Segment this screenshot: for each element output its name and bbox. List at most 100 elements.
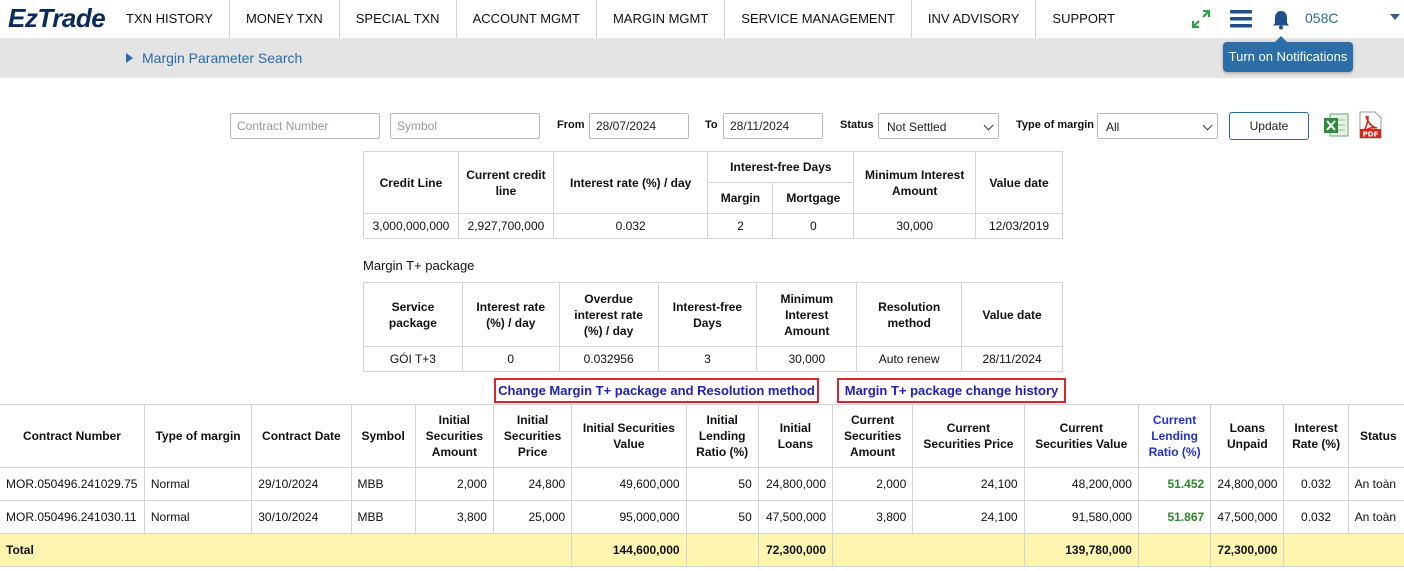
total-label: Total — [0, 533, 573, 567]
cell: 30,000 — [853, 213, 977, 239]
symbol-input[interactable] — [390, 113, 540, 139]
tplus-package-table: Service package Interest rate (%) / day … — [363, 282, 1063, 372]
total-row: Total 144,600,000 72,300,000 139,780,000… — [0, 533, 1404, 567]
cell-contract-number: MOR.050496.241030.11 — [0, 500, 145, 534]
cell: 2,927,700,000 — [457, 213, 554, 239]
hamburger-menu-icon[interactable] — [1230, 9, 1252, 29]
col-initial-loans: Initial Loans — [757, 404, 834, 468]
account-selector[interactable]: 058C — [1305, 10, 1338, 26]
cell: 24,100 — [912, 467, 1025, 501]
col-interest-rate: Interest rate (%) / day — [461, 282, 560, 347]
type-of-margin-select[interactable]: All — [1097, 113, 1218, 139]
total-initial-securities-value: 144,600,000 — [571, 533, 687, 567]
cell: 28/11/2024 — [961, 346, 1063, 372]
nav-money-txn[interactable]: MONEY TXN — [230, 0, 340, 38]
from-date-input[interactable] — [589, 113, 689, 139]
change-tplus-package-link[interactable]: Change Margin T+ package and Resolution … — [494, 378, 819, 403]
cell: 30/10/2024 — [251, 500, 352, 534]
cell: 3,800 — [832, 500, 914, 534]
col-min-interest: Minimum Interest Amount — [853, 151, 977, 214]
cell: 0 — [461, 346, 560, 372]
notification-tooltip[interactable]: Turn on Notifications — [1223, 36, 1353, 72]
cell: 50 — [685, 467, 759, 501]
margin-contracts-table: Contract Number Type of margin Contract … — [0, 404, 1404, 567]
nav-margin-mgmt[interactable]: MARGIN MGMT — [597, 0, 726, 38]
from-label: From — [557, 119, 585, 131]
col-contract-number: Contract Number — [0, 404, 145, 468]
cell: 24,800,000 — [1210, 467, 1285, 501]
table-row[interactable]: MOR.050496.241030.11 Normal 30/10/2024 M… — [0, 500, 1404, 534]
col-min-interest: Minimum Interest Amount — [756, 282, 858, 347]
cell: 0 — [772, 213, 855, 239]
update-button[interactable]: Update — [1229, 112, 1309, 140]
col-current-lending-ratio: Current Lending Ratio (%) — [1137, 404, 1212, 468]
expand-arrows-icon[interactable] — [1190, 8, 1212, 30]
cell: 24,800 — [492, 467, 573, 501]
tplus-change-history-link[interactable]: Margin T+ package change history — [837, 378, 1066, 403]
nav-support[interactable]: SUPPORT — [1036, 0, 1131, 38]
cell: 2,000 — [832, 467, 914, 501]
tplus-section-title: Margin T+ package — [363, 258, 475, 273]
bell-icon[interactable] — [1272, 10, 1290, 30]
cell: Normal — [143, 467, 253, 501]
caret-down-icon[interactable] — [1390, 14, 1400, 20]
chevron-down-icon — [1202, 120, 1213, 131]
cell: 3 — [657, 346, 758, 372]
col-symbol: Symbol — [350, 404, 416, 468]
cell-lending-ratio: 51.867 — [1137, 500, 1212, 534]
cell: 0.032 — [1283, 467, 1349, 501]
col-resolution-method: Resolution method — [856, 282, 963, 347]
nav-special-txn[interactable]: SPECIAL TXN — [340, 0, 457, 38]
cell: Normal — [143, 500, 253, 534]
main-nav: TXN HISTORY MONEY TXN SPECIAL TXN ACCOUN… — [110, 0, 1131, 38]
cell-contract-number: MOR.050496.241029.75 — [0, 467, 145, 501]
total-loans-unpaid: 72,300,000 — [1210, 533, 1285, 567]
status-select-value: Not Settled — [887, 120, 947, 134]
table-row: GÓI T+3 0 0.032956 3 30,000 Auto renew 2… — [363, 346, 1063, 372]
cell: 3,800 — [414, 500, 494, 534]
cell-lending-ratio: 51.452 — [1137, 467, 1212, 501]
cell: 47,500,000 — [757, 500, 834, 534]
cell — [685, 533, 759, 567]
to-label: To — [705, 119, 718, 131]
pdf-export-icon[interactable]: PDF — [1356, 110, 1384, 140]
to-date-input[interactable] — [723, 113, 823, 139]
total-current-securities-value: 139,780,000 — [1023, 533, 1139, 567]
breadcrumb-band: Margin Parameter Search — [0, 38, 1404, 78]
nav-inv-advisory[interactable]: INV ADVISORY — [912, 0, 1037, 38]
col-interest-rate: Interest Rate (%) — [1283, 404, 1349, 468]
col-service-package: Service package — [363, 282, 463, 347]
cell: MBB — [350, 500, 416, 534]
table-row: 3,000,000,000 2,927,700,000 0.032 2 0 30… — [363, 213, 1063, 239]
eztrade-logo[interactable]: EzTrade — [8, 3, 106, 34]
col-initial-securities-amount: Initial Securities Amount — [414, 404, 494, 468]
cell: 24,800,000 — [757, 467, 834, 501]
contract-number-input[interactable] — [230, 113, 380, 139]
cell-status: An toàn — [1347, 467, 1404, 501]
col-initial-securities-value: Initial Securities Value — [571, 404, 687, 468]
table-row[interactable]: MOR.050496.241029.75 Normal 29/10/2024 M… — [0, 467, 1404, 501]
cell: 50 — [685, 500, 759, 534]
nav-txn-history[interactable]: TXN HISTORY — [110, 0, 230, 38]
col-credit-line: Credit Line — [363, 151, 459, 214]
breadcrumb[interactable]: Margin Parameter Search — [126, 50, 302, 66]
excel-export-icon[interactable] — [1322, 111, 1350, 139]
cell — [832, 533, 1025, 567]
cell: 30,000 — [756, 346, 858, 372]
col-initial-lending-ratio: Initial Lending Ratio (%) — [685, 404, 759, 468]
col-mortgage: Mortgage — [772, 182, 855, 214]
col-current-securities-price: Current Securities Price — [912, 404, 1025, 468]
col-current-credit-line: Current credit line — [457, 151, 554, 214]
col-status: Status — [1347, 404, 1404, 468]
svg-text:PDF: PDF — [1363, 131, 1379, 139]
nav-service-management[interactable]: SERVICE MANAGEMENT — [725, 0, 912, 38]
type-of-margin-select-value: All — [1106, 120, 1120, 134]
col-value-date: Value date — [961, 282, 1063, 347]
nav-account-mgmt[interactable]: ACCOUNT MGMT — [457, 0, 597, 38]
status-select[interactable]: Not Settled — [878, 113, 999, 139]
top-nav-bar: EzTrade TXN HISTORY MONEY TXN SPECIAL TX… — [0, 0, 1404, 38]
type-of-margin-label: Type of margin — [1016, 119, 1095, 131]
total-initial-loans: 72,300,000 — [757, 533, 834, 567]
col-current-securities-amount: Current Securities Amount — [832, 404, 914, 468]
col-initial-securities-price: Initial Securities Price — [492, 404, 573, 468]
